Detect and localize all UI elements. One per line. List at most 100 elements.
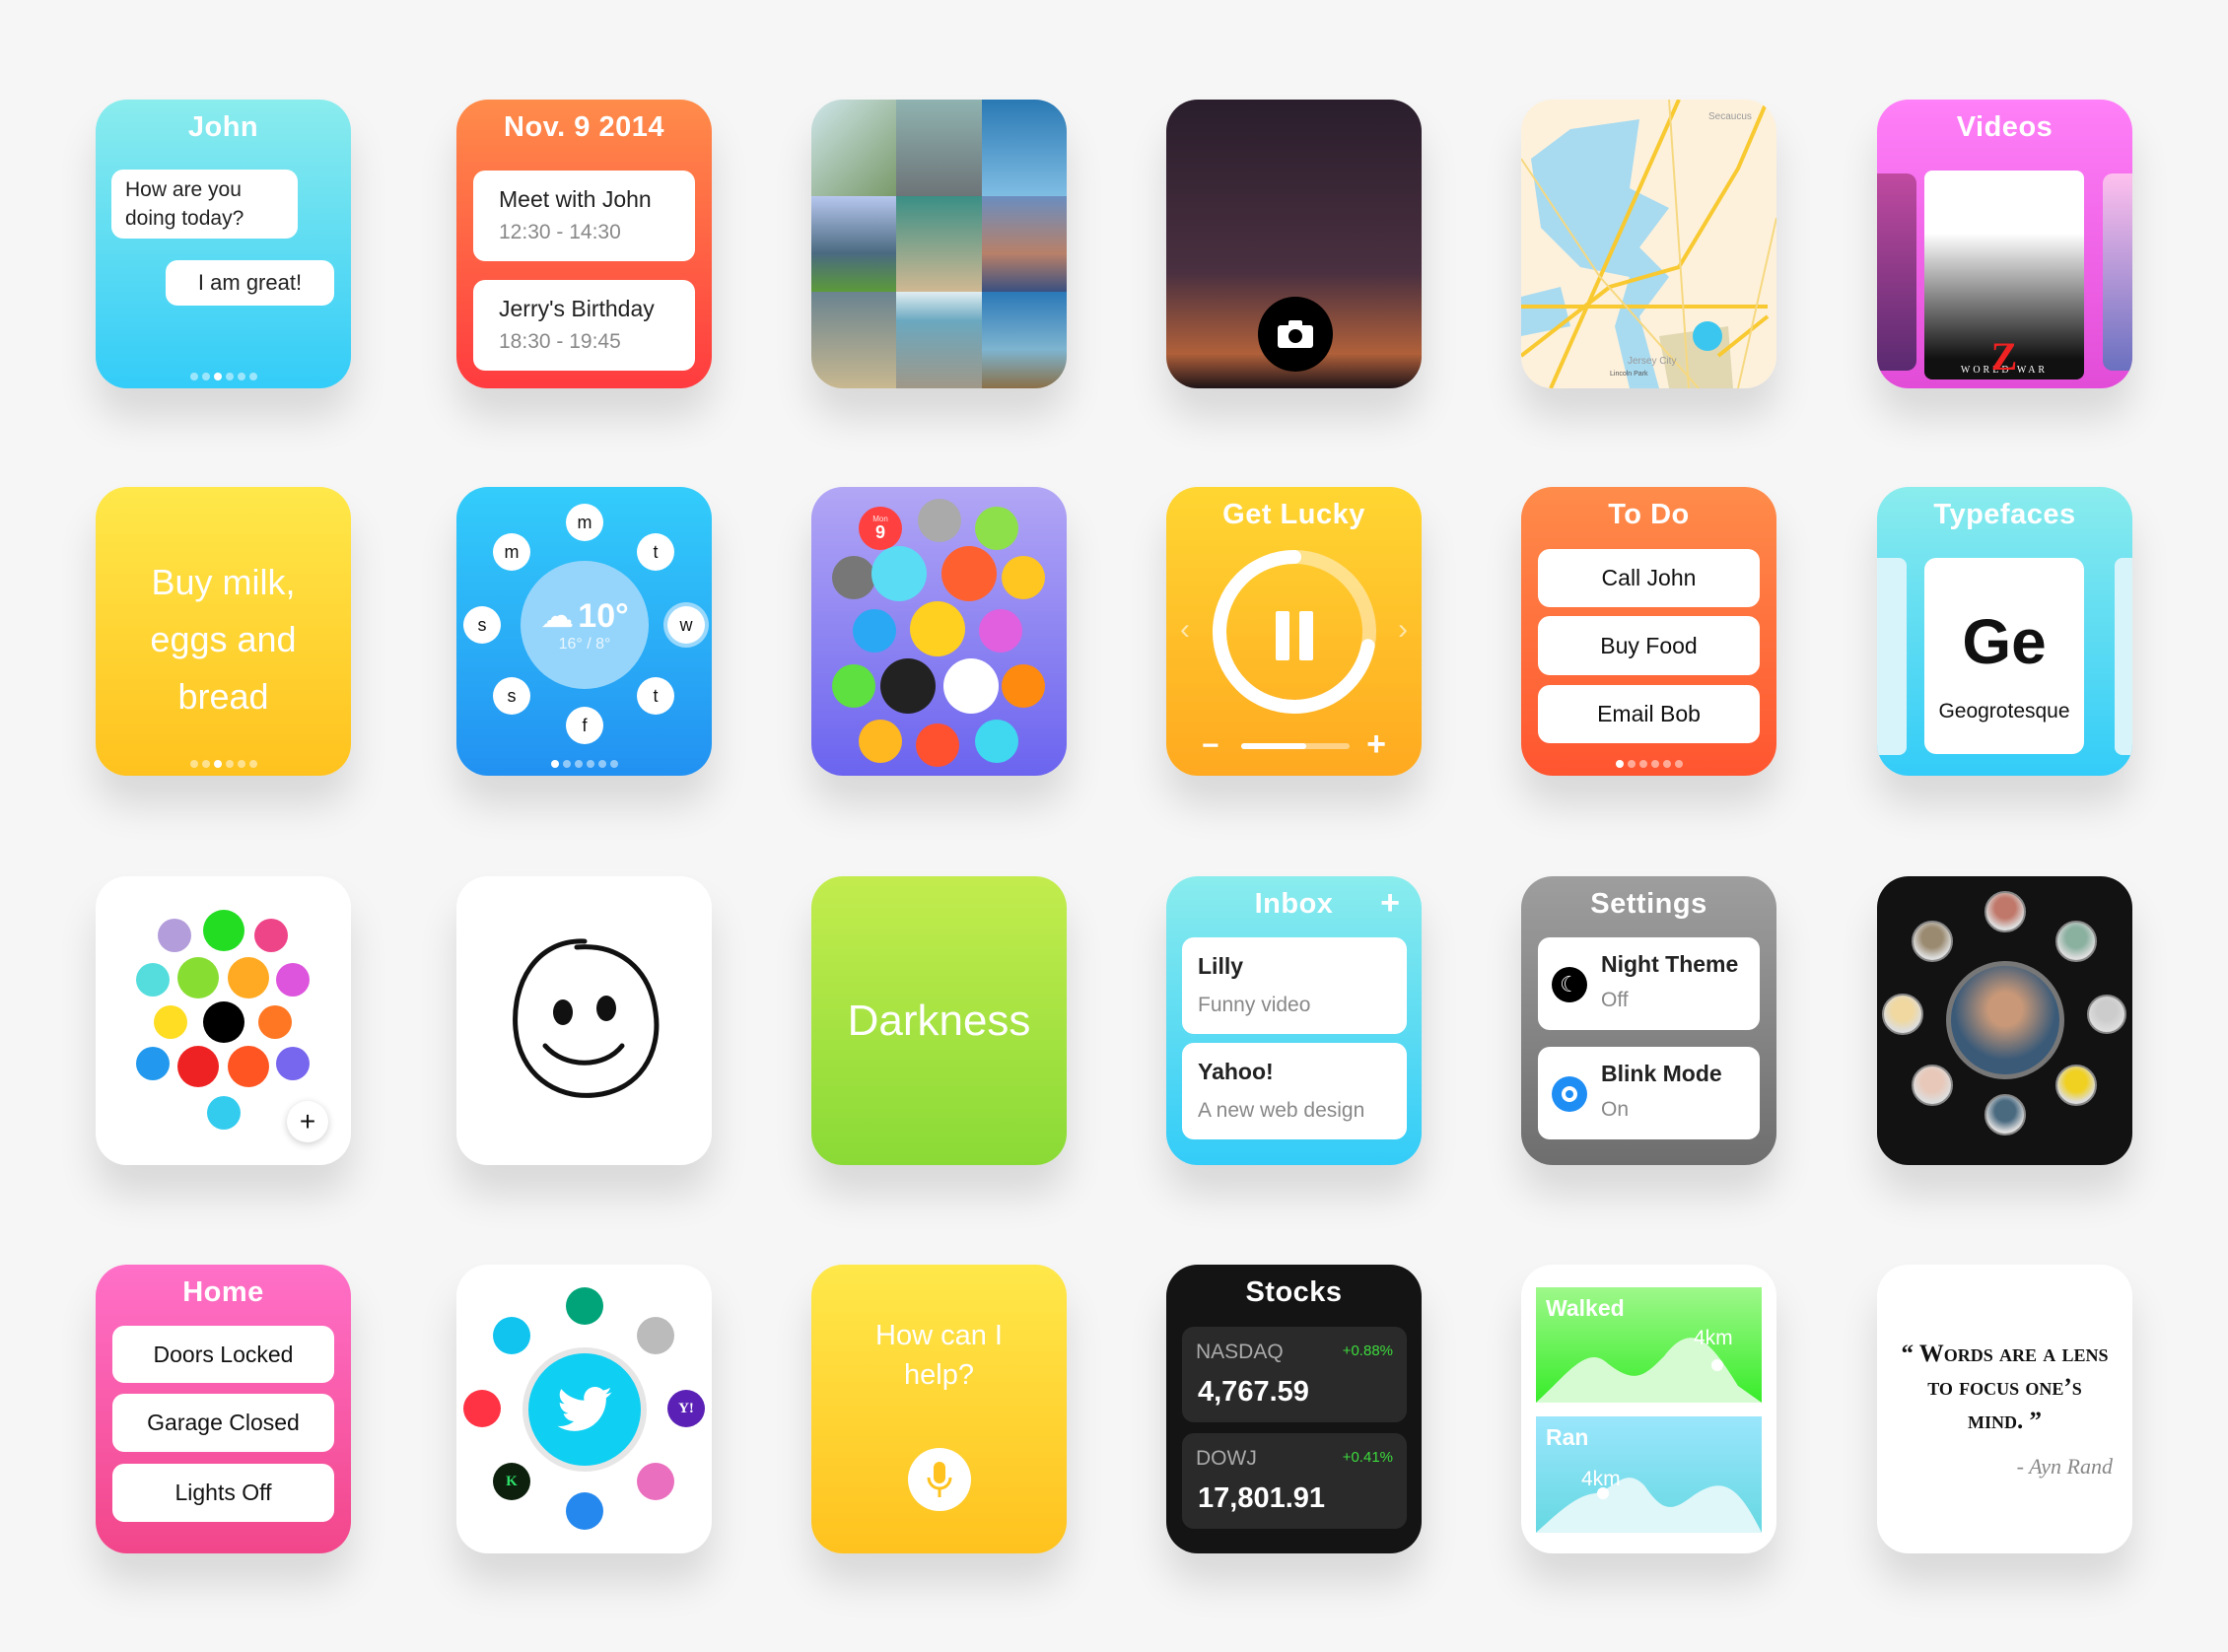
contact-avatar[interactable] (1984, 891, 2026, 932)
video-poster-next[interactable] (2103, 173, 2132, 371)
contact-avatar[interactable] (2055, 921, 2097, 962)
passbook-icon[interactable] (1002, 664, 1045, 708)
color-swatch[interactable] (228, 1046, 269, 1087)
todo-item[interactable]: Call John (1538, 549, 1760, 607)
day-button[interactable]: s (493, 677, 530, 715)
notes-icon[interactable] (1002, 556, 1045, 599)
day-button[interactable]: m (566, 504, 603, 541)
contact-avatar[interactable] (1882, 994, 1923, 1035)
contact-avatar[interactable] (1984, 1094, 2026, 1136)
photo-thumb[interactable] (981, 195, 1067, 293)
stock-item[interactable]: NASDAQ +0.88% 4,767.59 (1182, 1327, 1407, 1422)
weather-card[interactable]: ☁ 10° 16° / 8° mtwtfssm (456, 487, 712, 776)
previous-button[interactable]: ‹ (1180, 613, 1190, 647)
stocks-card[interactable]: Stocks NASDAQ +0.88% 4,767.59 DOWJ +0.41… (1166, 1265, 1422, 1553)
todo-item[interactable]: Buy Food (1538, 616, 1760, 675)
reminders-icon[interactable] (941, 546, 997, 601)
mail-icon[interactable] (871, 546, 927, 601)
typeface-next[interactable] (2115, 558, 2132, 755)
video-poster[interactable]: WORLD WAR Z (1924, 171, 2084, 379)
day-button[interactable]: w (667, 606, 705, 644)
settings-card[interactable]: Settings ☾ Night Theme Off Blink Mode On (1521, 876, 1776, 1165)
facetime-icon[interactable] (979, 609, 1022, 653)
home-item[interactable]: Lights Off (112, 1464, 334, 1522)
microphone-button[interactable] (908, 1448, 971, 1511)
camera-card[interactable] (1166, 100, 1422, 388)
color-swatch[interactable] (203, 910, 244, 951)
day-button[interactable]: t (637, 533, 674, 571)
video-poster-prev[interactable] (1877, 173, 1916, 371)
setting-night-theme[interactable]: ☾ Night Theme Off (1538, 937, 1760, 1030)
add-color-button[interactable]: + (287, 1101, 328, 1142)
apple-icon[interactable] (637, 1317, 674, 1354)
inbox-card[interactable]: Inbox + Lilly Funny video Yahoo! A new w… (1166, 876, 1422, 1165)
event-item[interactable]: Jerry's Birthday 18:30 - 19:45 (473, 280, 695, 371)
settings-icon[interactable] (832, 556, 875, 599)
color-swatch[interactable] (177, 1046, 219, 1087)
color-swatch[interactable] (158, 919, 191, 952)
photo-thumb[interactable] (981, 292, 1067, 388)
color-swatch[interactable] (136, 963, 170, 997)
volume-slider[interactable] (1241, 743, 1350, 749)
next-button[interactable]: › (1398, 613, 1408, 647)
home-item[interactable]: Garage Closed (112, 1394, 334, 1452)
music-card[interactable]: Get Lucky ‹ › − + (1166, 487, 1422, 776)
photo-thumb[interactable] (811, 100, 897, 196)
photo-thumb[interactable] (811, 195, 897, 293)
messages-card[interactable]: John How are you doing today? I am great… (96, 100, 351, 388)
color-swatch[interactable] (276, 1047, 310, 1080)
photo-thumb[interactable] (896, 195, 982, 293)
color-swatch[interactable] (258, 1005, 292, 1039)
inbox-message[interactable]: Lilly Funny video (1182, 937, 1407, 1034)
color-swatch[interactable] (136, 1047, 170, 1080)
contact-avatar[interactable] (2055, 1065, 2097, 1106)
photo-thumb[interactable] (981, 100, 1067, 196)
fitness-card[interactable]: Walked 4km Ran 4km (1521, 1265, 1776, 1553)
calculator-icon[interactable] (918, 499, 961, 542)
photo-thumb[interactable] (896, 292, 982, 388)
photo-thumb[interactable] (811, 292, 897, 388)
calendar-card[interactable]: Nov. 9 2014 Meet with John 12:30 - 14:30… (456, 100, 712, 388)
day-button[interactable]: m (493, 533, 530, 571)
colors-card[interactable]: + (96, 876, 351, 1165)
twitter-icon[interactable] (493, 1317, 530, 1354)
typeface-sample-card[interactable]: Ge Geogrotesque (1924, 558, 2084, 754)
compose-button[interactable]: + (1380, 884, 1400, 923)
color-swatch[interactable] (177, 957, 219, 998)
maps-icon[interactable] (832, 664, 875, 708)
contact-avatar[interactable] (1912, 921, 1953, 962)
selected-contact-avatar[interactable] (1946, 961, 2064, 1079)
pause-button[interactable] (1276, 611, 1313, 660)
assistant-card[interactable]: How can I help? (811, 1265, 1067, 1553)
messages-icon[interactable] (975, 720, 1018, 763)
calendar-app-icon[interactable]: Mon 9 (859, 507, 902, 550)
darkness-card[interactable]: Darkness (811, 876, 1067, 1165)
music-icon[interactable] (859, 720, 902, 763)
color-swatch[interactable] (228, 957, 269, 998)
photo-thumb[interactable] (896, 100, 982, 196)
setting-blink-mode[interactable]: Blink Mode On (1538, 1047, 1760, 1139)
quote-card[interactable]: “ Words are a lens to focus one’s mind. … (1877, 1265, 2132, 1553)
periscope-icon[interactable] (566, 1492, 603, 1530)
contact-avatar[interactable] (1912, 1065, 1953, 1106)
tips-icon[interactable] (916, 723, 959, 767)
contacts-card[interactable] (1877, 876, 2132, 1165)
home-item[interactable]: Doors Locked (112, 1326, 334, 1383)
twitter-main-button[interactable] (522, 1347, 647, 1472)
kickstarter-icon[interactable]: K (493, 1463, 530, 1500)
day-button[interactable]: s (463, 606, 501, 644)
books-icon[interactable] (975, 507, 1018, 550)
search-icon[interactable] (910, 601, 965, 656)
camera-icon[interactable] (880, 658, 936, 714)
day-button[interactable]: t (637, 677, 674, 715)
color-swatch[interactable] (154, 1005, 187, 1039)
ran-panel[interactable]: Ran 4km (1536, 1416, 1762, 1533)
map-view[interactable]: Secaucus Jersey City Lincoln Park (1521, 100, 1776, 388)
event-item[interactable]: Meet with John 12:30 - 14:30 (473, 171, 695, 261)
photos-icon[interactable] (943, 658, 999, 714)
day-button[interactable]: f (566, 707, 603, 744)
typefaces-card[interactable]: Typefaces Ge Geogrotesque (1877, 487, 2132, 776)
weather-icon[interactable] (853, 609, 896, 653)
dribbble-icon[interactable] (637, 1463, 674, 1500)
stock-item[interactable]: DOWJ +0.41% 17,801.91 (1182, 1433, 1407, 1529)
